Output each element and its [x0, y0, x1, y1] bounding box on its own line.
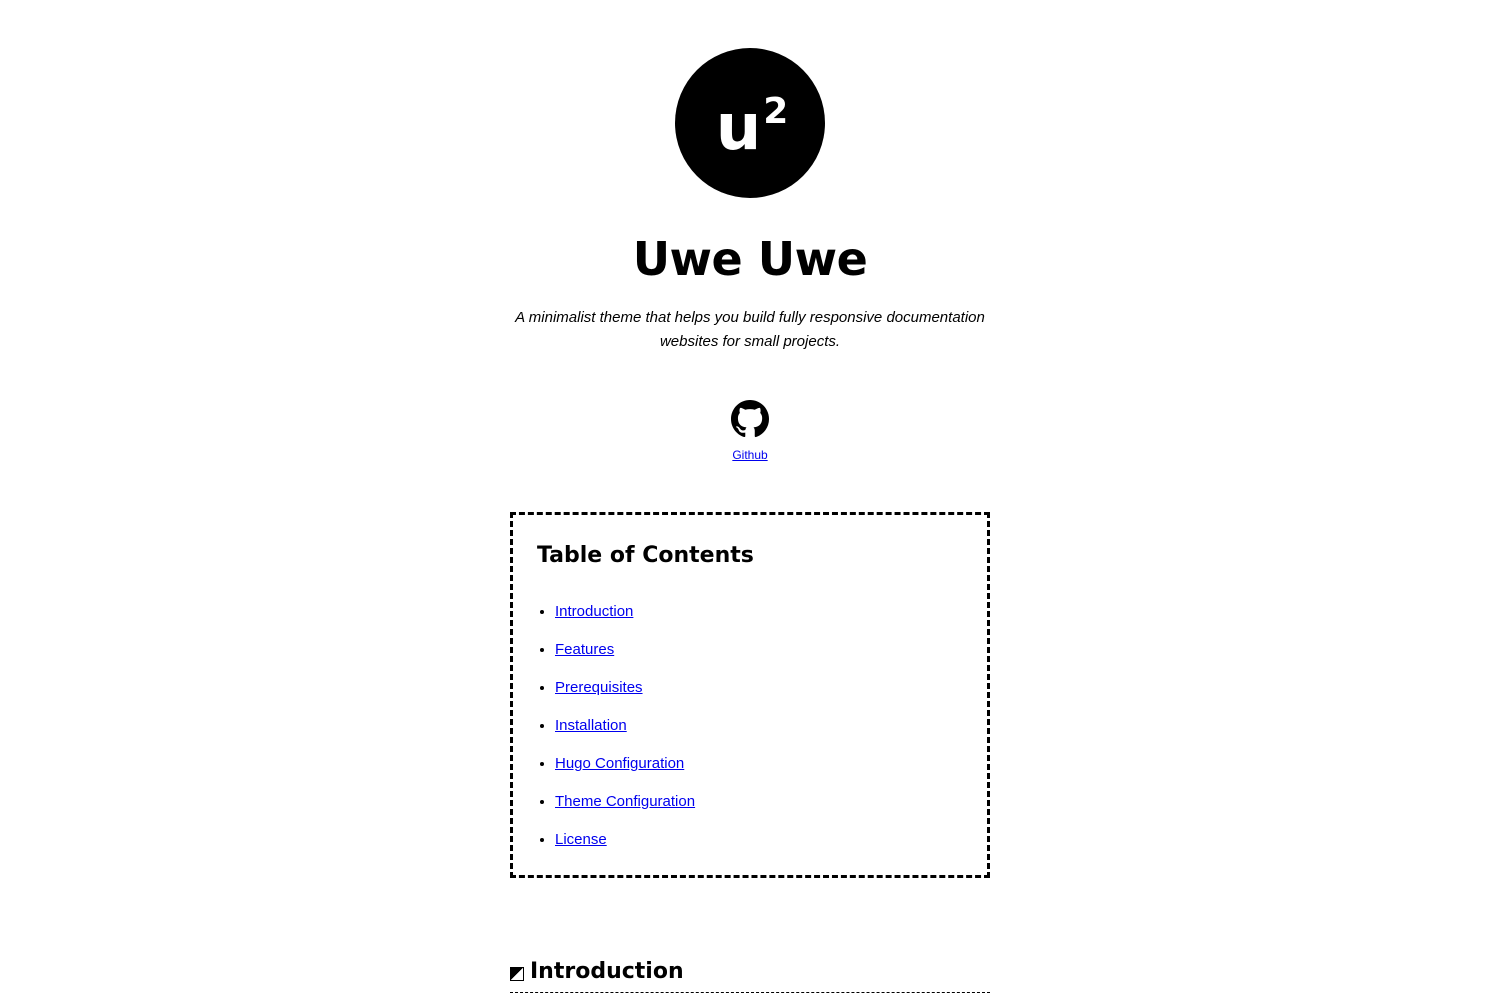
site-logo[interactable]: u2 [675, 48, 825, 198]
toc-item-prerequisites: Prerequisites [555, 677, 695, 715]
toc-title: Table of Contents [537, 543, 754, 568]
toc-link-theme-configuration[interactable]: Theme Configuration [555, 793, 695, 810]
logo-superscript: 2 [763, 91, 789, 132]
toc-item-introduction: Introduction [555, 601, 695, 639]
section-title: Introduction [530, 959, 684, 984]
toc-link-prerequisites[interactable]: Prerequisites [555, 679, 643, 696]
toc-item-features: Features [555, 639, 695, 677]
page: u2 Uwe Uwe A minimalist theme that helps… [0, 0, 1500, 1000]
toc-link-features[interactable]: Features [555, 641, 614, 658]
toc-item-hugo-configuration: Hugo Configuration [555, 753, 695, 791]
logo-text: u2 [715, 91, 789, 165]
toc-item-theme-configuration: Theme Configuration [555, 791, 695, 829]
toc-link-hugo-configuration[interactable]: Hugo Configuration [555, 755, 684, 772]
github-icon [731, 400, 769, 438]
table-of-contents: Table of Contents Introduction Features … [510, 512, 990, 878]
toc-list: Introduction Features Prerequisites Inst… [537, 601, 695, 867]
section-heading-introduction: Introduction [510, 952, 990, 993]
github-label: Github [732, 448, 768, 462]
toc-item-license: License [555, 829, 695, 867]
toc-link-license[interactable]: License [555, 831, 607, 848]
site-title: Uwe Uwe [632, 232, 868, 286]
github-link[interactable]: Github [700, 400, 800, 462]
toc-link-installation[interactable]: Installation [555, 717, 627, 734]
site-tagline: A minimalist theme that helps you build … [515, 309, 985, 350]
half-square-icon[interactable] [510, 967, 524, 981]
toc-link-introduction[interactable]: Introduction [555, 603, 633, 620]
toc-item-installation: Installation [555, 715, 695, 753]
